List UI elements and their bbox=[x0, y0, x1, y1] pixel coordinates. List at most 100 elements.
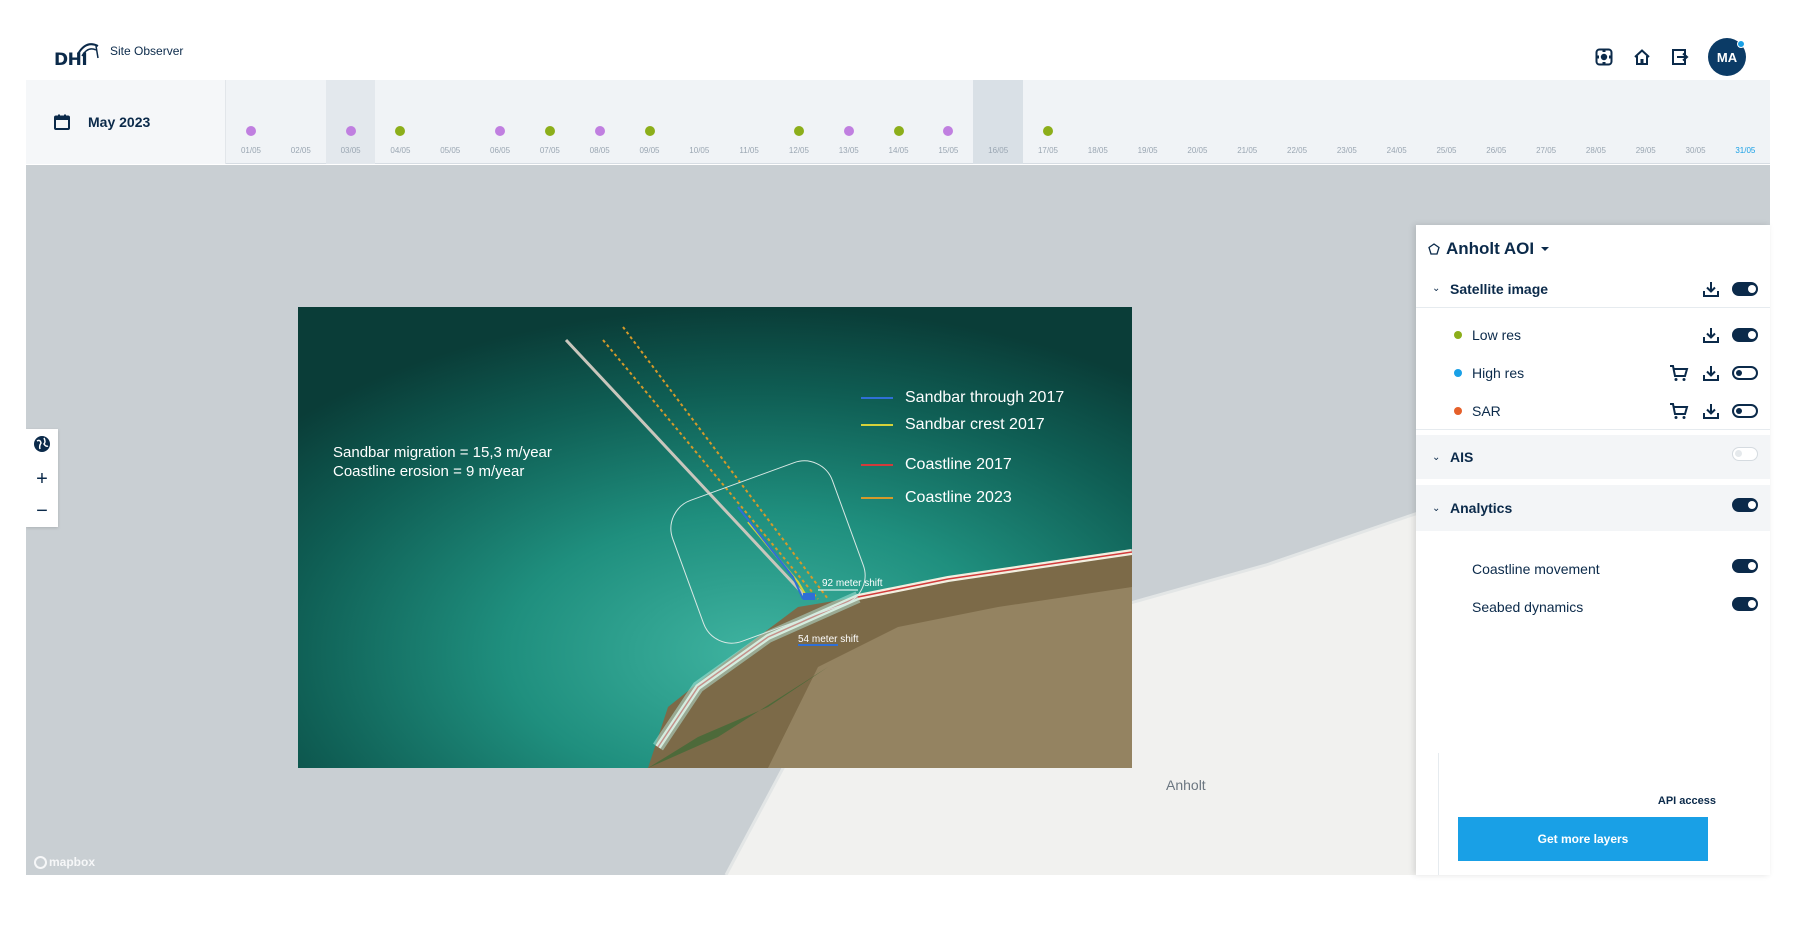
timeline-day[interactable]: 31/05 bbox=[1720, 80, 1770, 164]
timeline-day[interactable]: 25/05 bbox=[1422, 80, 1472, 164]
analytics-item-seabed[interactable]: Seabed dynamics bbox=[1416, 588, 1770, 626]
cart-icon[interactable] bbox=[1668, 363, 1690, 383]
layer-row-low-res[interactable]: Low res bbox=[1416, 316, 1770, 354]
timeline-day[interactable]: 04/05 bbox=[375, 80, 425, 164]
ais-title: AIS bbox=[1450, 449, 1474, 465]
chevron-down-icon: ⌄ bbox=[1432, 502, 1441, 514]
timeline-day[interactable]: 29/05 bbox=[1621, 80, 1671, 164]
layer-row-high-res[interactable]: High res bbox=[1416, 354, 1770, 392]
map-controls: + − bbox=[26, 429, 58, 527]
satellite-section-header[interactable]: ⌄ Satellite image bbox=[1416, 270, 1770, 308]
timeline-day[interactable]: 27/05 bbox=[1521, 80, 1571, 164]
timeline-day[interactable]: 09/05 bbox=[625, 80, 675, 164]
timeline-day[interactable]: 01/05 bbox=[226, 80, 276, 164]
chevron-down-icon: ⌄ bbox=[1432, 283, 1441, 294]
legend-swatch bbox=[861, 424, 893, 426]
timeline-day[interactable]: 18/05 bbox=[1073, 80, 1123, 164]
annotation-line-1: Sandbar migration = 15,3 m/year bbox=[333, 444, 552, 461]
layer-toggle[interactable] bbox=[1732, 366, 1758, 380]
timeline-day[interactable]: 20/05 bbox=[1172, 80, 1222, 164]
legend-swatch bbox=[861, 464, 893, 466]
logo-wave-icon bbox=[77, 43, 99, 59]
download-icon[interactable] bbox=[1700, 279, 1722, 299]
legend-label: Sandbar through 2017 bbox=[905, 389, 1065, 406]
timeline-day[interactable]: 22/05 bbox=[1272, 80, 1322, 164]
shift-label-1: 92 meter shift bbox=[822, 578, 883, 589]
acquisition-dot bbox=[943, 126, 954, 136]
polygon-icon bbox=[1428, 243, 1440, 255]
timeline-day[interactable]: 26/05 bbox=[1471, 80, 1521, 164]
timeline-day[interactable]: 12/05 bbox=[774, 80, 824, 164]
get-more-layers-button[interactable]: Get more layers bbox=[1458, 817, 1708, 861]
timeline-day[interactable]: 16/05 bbox=[973, 80, 1023, 164]
timeline-day[interactable]: 13/05 bbox=[824, 80, 874, 164]
day-label: 19/05 bbox=[1137, 146, 1158, 155]
aoi-selector[interactable]: Anholt AOI bbox=[1428, 239, 1550, 259]
timeline-day[interactable]: 24/05 bbox=[1372, 80, 1422, 164]
timeline-day[interactable]: 05/05 bbox=[425, 80, 475, 164]
timeline-day[interactable]: 17/05 bbox=[1023, 80, 1073, 164]
timeline-day[interactable]: 06/05 bbox=[475, 80, 525, 164]
home-icon[interactable] bbox=[1632, 47, 1652, 67]
timeline-day[interactable]: 11/05 bbox=[724, 80, 774, 164]
ais-actions bbox=[1732, 447, 1758, 461]
shift-label-2: 54 meter shift bbox=[798, 634, 859, 645]
timeline-day[interactable]: 07/05 bbox=[525, 80, 575, 164]
acquisition-dot bbox=[594, 126, 605, 136]
day-label: 08/05 bbox=[589, 146, 610, 155]
download-icon[interactable] bbox=[1700, 401, 1722, 421]
timeline-day[interactable]: 19/05 bbox=[1123, 80, 1173, 164]
overlay-legend-item: Sandbar through 2017 bbox=[861, 389, 1064, 407]
place-label: Anholt bbox=[1166, 777, 1206, 793]
timeline-day[interactable]: 23/05 bbox=[1322, 80, 1372, 164]
cart-icon[interactable] bbox=[1668, 401, 1690, 421]
user-avatar[interactable]: MA bbox=[1708, 38, 1746, 76]
satellite-toggle[interactable] bbox=[1732, 282, 1758, 296]
layer-label: High res bbox=[1472, 365, 1525, 381]
timeline-day[interactable]: 03/05 bbox=[325, 80, 376, 164]
satellite-image bbox=[298, 307, 1132, 768]
day-label: 16/05 bbox=[988, 146, 1009, 155]
annotation-line-2: Coastline erosion = 9 m/year bbox=[333, 463, 525, 480]
ais-section-header[interactable]: ⌄ AIS bbox=[1416, 438, 1770, 476]
zoom-out-button[interactable]: − bbox=[36, 501, 48, 521]
analytics-item-toggle[interactable] bbox=[1732, 559, 1758, 573]
day-label: 07/05 bbox=[539, 146, 560, 155]
logout-icon[interactable] bbox=[1670, 47, 1690, 67]
globe-icon[interactable] bbox=[33, 435, 51, 457]
analytics-section-header[interactable]: ⌄ Analytics bbox=[1416, 489, 1770, 527]
legend-label: Coastline 2023 bbox=[905, 489, 1012, 506]
timeline-day[interactable]: 10/05 bbox=[674, 80, 724, 164]
timeline-day[interactable]: 14/05 bbox=[874, 80, 924, 164]
analytics-item-toggle[interactable] bbox=[1732, 597, 1758, 611]
analytics-toggle[interactable] bbox=[1732, 498, 1758, 512]
acquisition-dot bbox=[893, 126, 904, 136]
month-selector[interactable]: May 2023 bbox=[26, 80, 226, 164]
timeline-day[interactable]: 28/05 bbox=[1571, 80, 1621, 164]
layer-row-sar[interactable]: SAR bbox=[1416, 392, 1770, 430]
download-icon[interactable] bbox=[1700, 325, 1722, 345]
chevron-down-icon: ⌄ bbox=[1432, 451, 1441, 463]
day-label: 24/05 bbox=[1386, 146, 1407, 155]
layer-toggle[interactable] bbox=[1732, 404, 1758, 418]
day-label: 01/05 bbox=[240, 146, 262, 155]
acquisition-dot bbox=[843, 126, 854, 136]
download-icon[interactable] bbox=[1700, 363, 1722, 383]
app-logo[interactable]: DHI Site Observer bbox=[54, 42, 183, 70]
focus-icon[interactable] bbox=[1594, 47, 1614, 67]
day-label: 25/05 bbox=[1436, 146, 1457, 155]
zoom-in-button[interactable]: + bbox=[36, 469, 48, 489]
timeline-day[interactable]: 15/05 bbox=[923, 80, 973, 164]
mapbox-attribution[interactable]: mapbox bbox=[34, 855, 95, 869]
ais-toggle[interactable] bbox=[1732, 447, 1758, 461]
layer-toggle[interactable] bbox=[1732, 328, 1758, 342]
day-label: 27/05 bbox=[1536, 146, 1557, 155]
timeline-day[interactable]: 02/05 bbox=[276, 80, 326, 164]
timeline-day[interactable]: 08/05 bbox=[575, 80, 625, 164]
timeline-day[interactable]: 21/05 bbox=[1222, 80, 1272, 164]
analytics-item-coastline[interactable]: Coastline movement bbox=[1416, 550, 1770, 588]
day-label: 10/05 bbox=[689, 146, 710, 155]
notification-dot bbox=[1737, 40, 1745, 48]
timeline-day[interactable]: 30/05 bbox=[1671, 80, 1721, 164]
mapbox-logo-icon bbox=[34, 855, 47, 869]
